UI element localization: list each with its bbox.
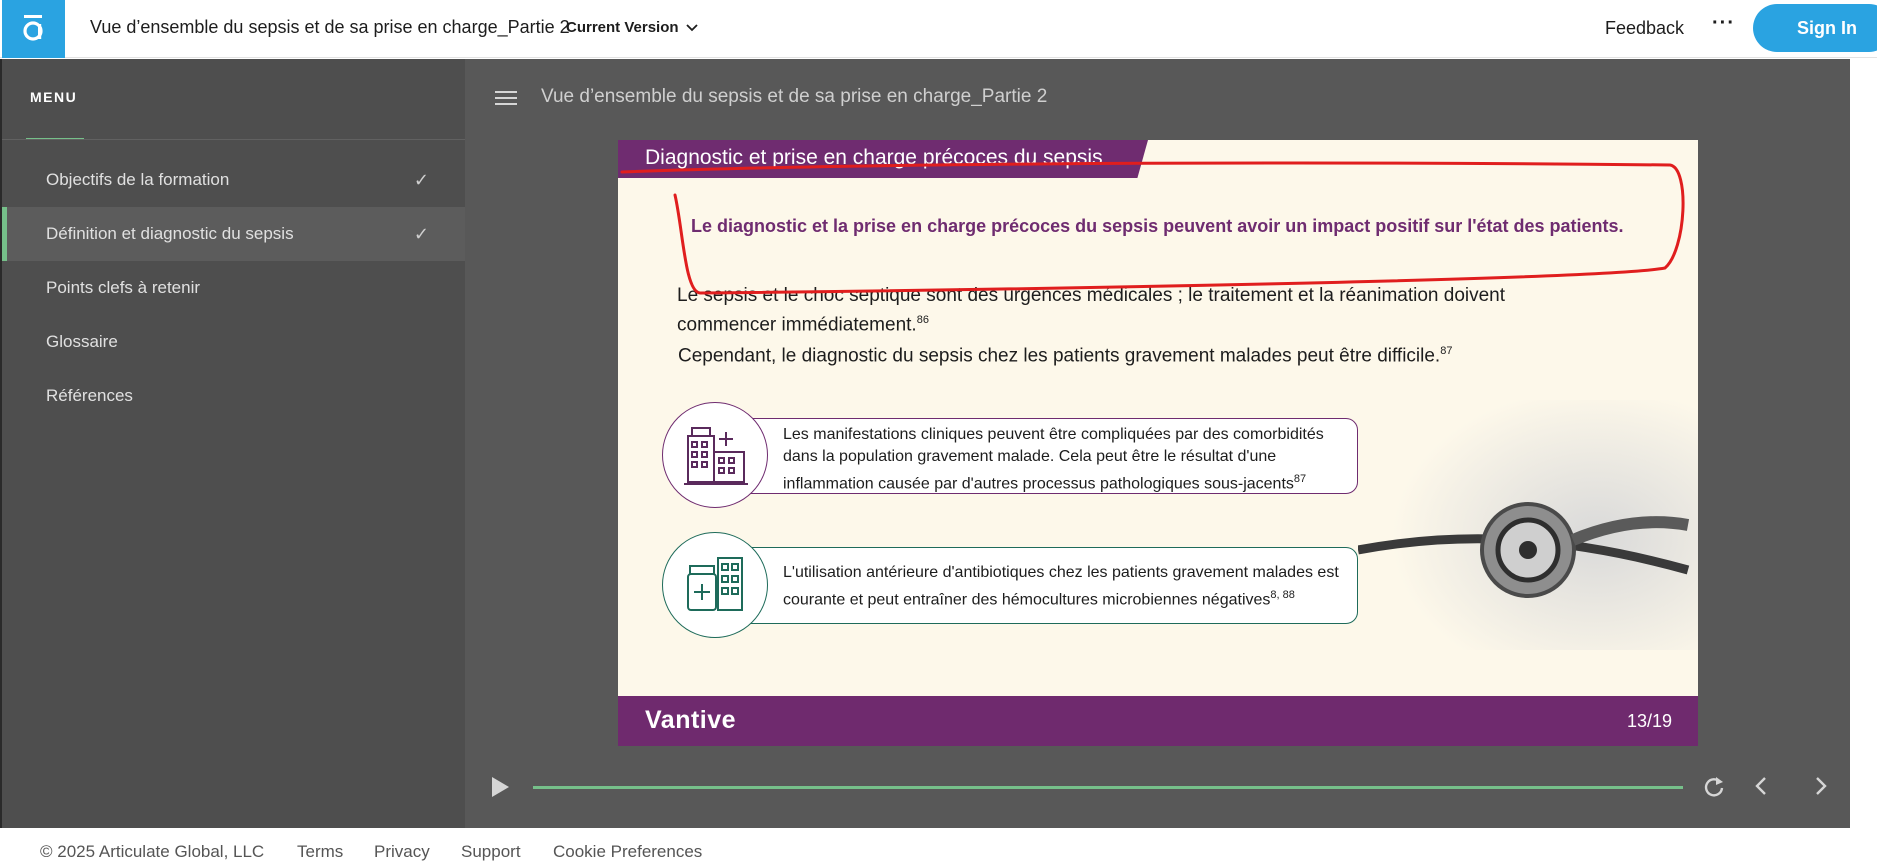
card-text: L'utilisation antérieure d'antibiotiques…	[783, 564, 1339, 609]
medicine-icon-circle	[662, 532, 768, 638]
chevron-down-icon	[685, 23, 698, 31]
slide-title: Diagnostic et prise en charge précoces d…	[645, 146, 1103, 169]
course-menu-sidebar: MENU Objectifs de la formation ✓ Définit…	[0, 59, 465, 828]
site-footer: © 2025 Articulate Global, LLC Terms Priv…	[0, 828, 1877, 868]
top-bar: Vue d’ensemble du sepsis et de sa prise …	[0, 0, 1877, 58]
paragraph-text: Le sepsis et le choc septique sont des u…	[677, 285, 1506, 336]
brand-logo: Vantive	[645, 706, 737, 734]
reference-number: 87	[1293, 473, 1307, 485]
slide: Diagnostic et prise en charge précoces d…	[618, 140, 1698, 746]
paragraph-text: Cependant, le diagnostic du sepsis chez …	[678, 345, 1441, 367]
info-card-comorbidities: Les manifestations cliniques peuvent êtr…	[708, 418, 1358, 494]
chevron-right-icon[interactable]	[1808, 773, 1834, 799]
menu-list: Objectifs de la formation ✓ Définition e…	[2, 153, 465, 423]
slide-paragraph-2: Cependant, le diagnostic du sepsis chez …	[678, 345, 1452, 367]
reference-number: 8, 88	[1270, 589, 1295, 601]
menu-item-label: Références	[46, 386, 133, 405]
slide-footer-bar: Vantive 13/19	[618, 696, 1698, 746]
menu-item-points-clefs[interactable]: Points clefs à retenir	[2, 261, 465, 315]
terms-link[interactable]: Terms	[297, 842, 343, 862]
menu-item-label: Points clefs à retenir	[46, 278, 201, 297]
slide-lead-text: Le diagnostic et la prise en charge préc…	[691, 216, 1624, 236]
checkmark-icon: ✓	[413, 170, 429, 190]
articulate-logo-icon	[23, 15, 43, 41]
more-options-icon[interactable]: ···	[1712, 12, 1735, 35]
sign-in-button[interactable]: Sign In	[1753, 4, 1877, 52]
hospital-icon-circle	[662, 402, 768, 508]
course-title: Vue d’ensemble du sepsis et de sa prise …	[90, 17, 570, 37]
menu-item-references[interactable]: Références	[2, 369, 465, 423]
menu-item-label: Objectifs de la formation	[46, 170, 230, 189]
menu-item-objectifs[interactable]: Objectifs de la formation ✓	[2, 153, 465, 207]
menu-item-glossaire[interactable]: Glossaire	[2, 315, 465, 369]
hospital-icon	[684, 427, 748, 485]
copyright-text: © 2025 Articulate Global, LLC	[40, 842, 265, 861]
reference-number: 86	[916, 314, 929, 326]
feedback-link[interactable]: Feedback	[1605, 18, 1684, 39]
menu-heading: MENU	[30, 89, 78, 105]
menu-item-label: Définition et diagnostic du sepsis	[46, 224, 294, 243]
support-link[interactable]: Support	[461, 842, 521, 862]
hamburger-menu-icon[interactable]	[495, 89, 519, 107]
playback-progress-bar[interactable]	[533, 786, 1683, 789]
slide-player: Vue d’ensemble du sepsis et de sa prise …	[465, 59, 1850, 828]
replay-icon[interactable]	[1701, 773, 1727, 799]
articulate-logo[interactable]	[2, 0, 65, 58]
info-card-antibiotics: L'utilisation antérieure d'antibiotiques…	[708, 547, 1358, 624]
checkmark-icon: ✓	[413, 224, 429, 244]
menu-divider	[2, 139, 465, 140]
reference-number: 87	[1440, 345, 1453, 357]
chevron-left-icon[interactable]	[1748, 773, 1774, 799]
stethoscope-image	[1358, 400, 1698, 650]
slide-paragraph-1: Le sepsis et le choc septique sont des u…	[677, 283, 1577, 337]
menu-item-label: Glossaire	[46, 332, 118, 351]
version-dropdown[interactable]: Current Version	[566, 19, 699, 36]
card-text: Les manifestations cliniques peuvent êtr…	[783, 426, 1324, 493]
version-label: Current Version	[566, 19, 679, 36]
slide-page-number: 13/19	[1626, 711, 1672, 731]
player-title: Vue d’ensemble du sepsis et de sa prise …	[541, 86, 1048, 107]
privacy-link[interactable]: Privacy	[374, 842, 430, 862]
cookie-preferences-link[interactable]: Cookie Preferences	[553, 842, 702, 862]
menu-item-definition[interactable]: Définition et diagnostic du sepsis ✓	[2, 207, 465, 261]
medicine-bottle-icon	[687, 557, 743, 611]
play-icon[interactable]	[489, 775, 511, 799]
